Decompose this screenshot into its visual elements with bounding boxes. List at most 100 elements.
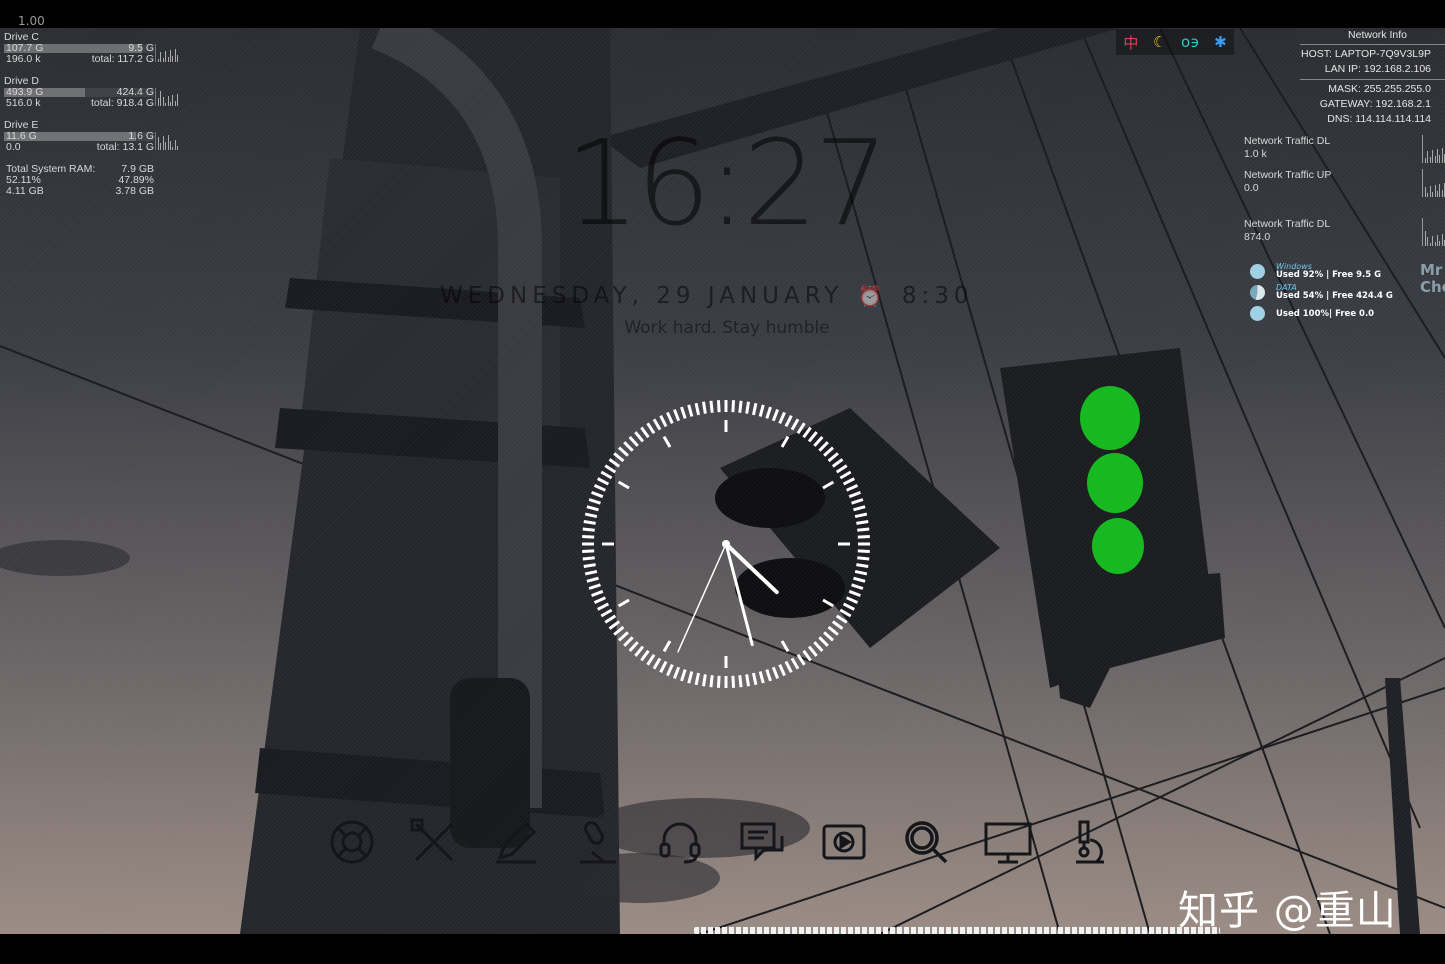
clock-tick — [835, 464, 848, 474]
traffic-label: Network Traffic DL — [1244, 218, 1331, 230]
clock-tick — [765, 406, 772, 419]
bottom-black-bar — [0, 934, 1445, 964]
drive-total: total: 918.4 G — [90, 97, 154, 109]
clock-tick — [813, 435, 824, 447]
monitor-icon[interactable] — [982, 816, 1034, 868]
clock-tick — [613, 452, 625, 463]
clock-tick — [857, 549, 870, 554]
network-lan-ip: LAN IP: 192.168.2.106 — [1324, 63, 1431, 75]
clock-tick — [628, 641, 639, 653]
clock-tick — [771, 666, 780, 679]
clock-tick — [586, 505, 599, 512]
disk-usage-widget: Windows Used 92% | Free 9.5 G DATA Used … — [1250, 262, 1445, 325]
clock-tick — [600, 470, 613, 480]
clipboard-icon[interactable]: ο϶ — [1181, 33, 1199, 51]
headset-icon[interactable] — [654, 816, 706, 868]
clock-tick — [584, 569, 598, 576]
clock-tick — [778, 663, 786, 677]
clock-tick — [623, 636, 634, 647]
network-dns: DNS: 114.114.114.114 — [1327, 113, 1431, 125]
system-tray: 中 ☾ ο϶ ✱ — [1116, 29, 1234, 55]
clock-tick — [738, 400, 743, 413]
clock-tick — [666, 663, 674, 677]
search-icon[interactable] — [900, 816, 952, 868]
clock-tick — [672, 666, 681, 679]
microphone-icon[interactable] — [572, 816, 624, 868]
clock-tick — [848, 589, 861, 598]
clock-tick — [597, 477, 610, 486]
clock-tick — [807, 645, 818, 657]
hour-marker — [662, 640, 672, 653]
hour-marker — [822, 598, 835, 608]
clock-tick — [634, 645, 645, 657]
traffic-graph — [1422, 169, 1445, 197]
traffic-graph — [1422, 135, 1445, 163]
clock-tick — [784, 660, 793, 673]
clock-tick — [839, 608, 852, 618]
hour-marker — [780, 640, 790, 653]
clock-tick — [701, 401, 707, 414]
drive-d-block: Drive D 493.9 G 424.4 G 516.0 k total: 9… — [4, 76, 184, 120]
clock-tick — [802, 649, 812, 662]
clock-tick — [709, 400, 714, 413]
microscope-icon[interactable] — [1064, 816, 1116, 868]
clock-tick — [842, 602, 855, 611]
lifebuoy-icon[interactable] — [326, 816, 378, 868]
alarm-icon: ⏰ — [857, 284, 888, 308]
traffic-dl-widget-2: Network Traffic DL 874.0 — [1244, 218, 1445, 246]
load-indicator: 1.00 — [18, 14, 45, 28]
clock-tick — [634, 431, 645, 443]
clock-tick — [831, 620, 844, 630]
drive-activity-graph — [155, 88, 182, 106]
clock-tick — [842, 477, 855, 486]
clock-tick — [652, 418, 662, 431]
clock-tick — [853, 505, 866, 512]
disk-row: Windows Used 92% | Free 9.5 G — [1250, 262, 1445, 283]
tools-icon[interactable] — [408, 816, 460, 868]
clock-tick — [802, 426, 812, 439]
clock-tick — [623, 441, 634, 452]
pencil-icon[interactable] — [490, 816, 542, 868]
clock-tick — [617, 446, 629, 457]
gear-icon[interactable]: ✱ — [1214, 33, 1227, 51]
clock-tick — [680, 669, 687, 682]
disk-row: DATA Used 54% | Free 424.4 G — [1250, 283, 1445, 304]
network-info-title: Network Info — [1348, 29, 1407, 41]
digital-clock-time: 16:27 — [564, 114, 889, 252]
clock-tick — [680, 406, 687, 419]
clock-tick — [796, 422, 806, 435]
moon-icon[interactable]: ☾ — [1153, 33, 1166, 51]
clock-tick — [582, 549, 595, 554]
clock-tick — [591, 589, 604, 598]
traffic-dl-widget: Network Traffic DL 1.0 k — [1244, 135, 1445, 163]
clock-tick — [857, 556, 870, 561]
clock-tick — [778, 411, 786, 425]
user-name-text: Mr Chen — [1420, 262, 1445, 296]
clock-tick — [666, 411, 674, 425]
clock-tick — [751, 402, 758, 416]
clock-tick — [687, 671, 694, 684]
clock-tick — [854, 569, 868, 576]
chat-icon[interactable] — [736, 816, 788, 868]
ime-chinese-icon[interactable]: 中 — [1123, 32, 1138, 53]
clock-tick — [771, 409, 780, 422]
clock-tick — [738, 675, 743, 688]
clock-tick — [784, 415, 793, 428]
clock-tick — [583, 519, 596, 525]
traffic-label: Network Traffic UP — [1244, 169, 1332, 181]
network-info-panel: Network Info HOST: LAPTOP-7Q9V3L9P LAN I… — [1296, 28, 1445, 127]
second-hand — [677, 543, 727, 653]
clock-tick — [758, 404, 765, 417]
clock-tick — [827, 452, 839, 463]
clock-tick — [716, 675, 721, 688]
clock-tick — [584, 512, 598, 519]
clock-tick — [856, 563, 869, 569]
clock-tick — [672, 409, 681, 422]
clock-tick — [593, 596, 607, 604]
ram-free: 3.78 GB — [115, 185, 154, 197]
drive-activity-graph — [155, 132, 182, 150]
clock-tick — [827, 625, 839, 636]
clock-tick — [731, 675, 736, 688]
media-player-icon[interactable] — [818, 816, 870, 868]
drive-total: total: 13.1 G — [96, 141, 154, 153]
